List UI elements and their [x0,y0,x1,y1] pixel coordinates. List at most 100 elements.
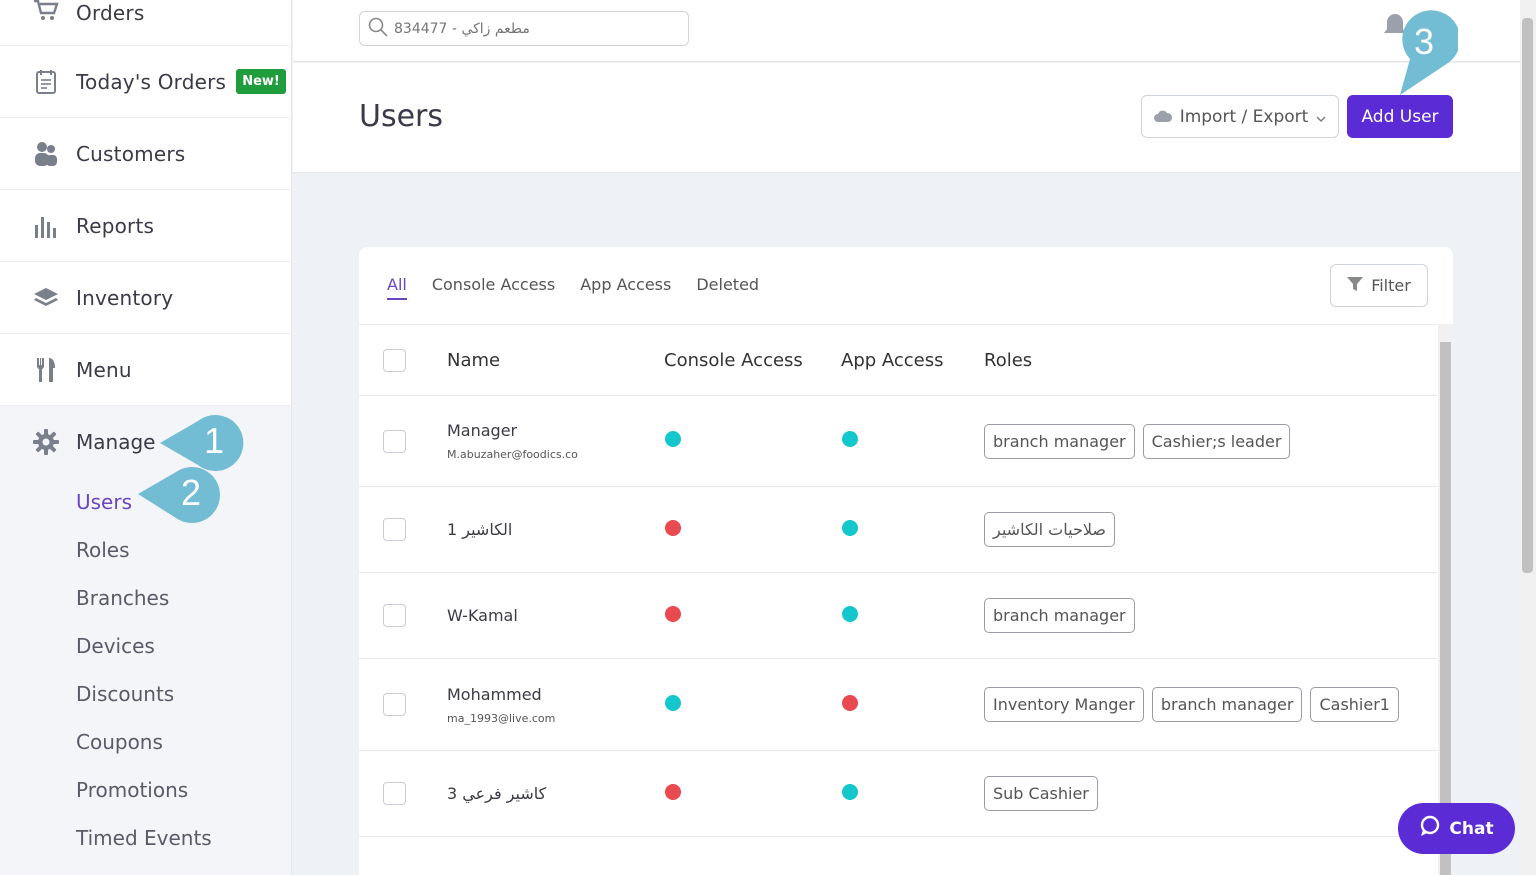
callout-marker-3: 3 [1392,9,1461,101]
role-tag: صلاحيات الكاشير [984,512,1115,547]
search-input[interactable] [394,20,674,37]
cloud-icon [1153,107,1172,127]
sidebar-subitem-coupons[interactable]: Coupons [0,718,291,766]
user-name: الكاشير 1 [447,520,513,539]
role-tag: Cashier1 [1310,687,1399,722]
table-scrollbar-thumb[interactable] [1440,342,1451,875]
sidebar-item-label: Customers [76,141,186,166]
app-access-indicator [842,431,858,447]
search-icon [368,17,388,41]
users-table: Name Console Access App Access Roles Man… [359,324,1437,837]
page-header: Users Import / Export Add User [293,63,1520,173]
search-box[interactable] [359,11,689,46]
chat-button[interactable]: Chat [1398,803,1515,854]
table-row[interactable]: كاشير فرعي 3 Sub Cashier [359,751,1437,837]
user-name: W-Kamal [447,606,518,625]
tab-console-access[interactable]: Console Access [432,275,555,300]
console-access-indicator [665,694,681,711]
cart-icon [32,0,60,25]
sidebar-subitem-branches[interactable]: Branches [0,574,291,622]
user-name: Manager [447,421,518,440]
sidebar-item-todays-orders[interactable]: Today's Orders New! [0,46,291,118]
row-checkbox[interactable] [383,518,406,541]
column-header-console-access[interactable]: Console Access [664,350,841,371]
sidebar-item-orders[interactable]: Orders [0,0,291,46]
layers-icon [32,284,60,312]
import-export-label: Import / Export [1179,106,1309,127]
sidebar-item-label: Inventory [76,285,174,310]
row-checkbox[interactable] [383,693,406,716]
tab-bar: All Console Access App Access Deleted [387,275,759,300]
row-checkbox[interactable] [383,782,406,805]
chevron-down-icon [1316,107,1326,127]
bar-chart-icon [32,212,60,240]
console-access-indicator [665,519,681,536]
role-tag: branch manager [1151,687,1303,722]
user-name: كاشير فرعي 3 [447,784,547,803]
table-row[interactable]: الكاشير 1 صلاحيات الكاشير [359,487,1437,573]
import-export-button[interactable]: Import / Export [1141,95,1339,138]
table-row[interactable]: Mohammed ma_1993@live.com Inventory Mange… [359,659,1437,751]
role-tag: Inventory Manger [984,687,1144,722]
role-tag: branch manager [984,423,1135,459]
new-badge: New! [236,69,286,94]
sidebar-subitem-timed-events[interactable]: Timed Events [0,814,291,862]
column-header-roles[interactable]: Roles [984,350,1437,371]
console-access-indicator [665,605,681,622]
callout-number: 2 [181,472,202,513]
sidebar-item-label: Menu [76,357,132,382]
console-access-indicator [665,431,681,447]
app-access-indicator [842,519,858,536]
sidebar-item-inventory[interactable]: Inventory [0,262,291,334]
filter-label: Filter [1371,276,1411,295]
sidebar-subitem-promotions[interactable]: Promotions [0,766,291,814]
filter-icon [1347,276,1364,296]
role-tag: branch manager [984,598,1135,633]
chat-label: Chat [1449,818,1494,839]
sidebar-item-customers[interactable]: Customers [0,118,291,190]
page-title: Users [359,99,444,134]
user-email: ma_1993@live.com [447,711,556,725]
filter-button[interactable]: Filter [1330,264,1428,307]
callout-number: 3 [1414,21,1435,62]
callout-number: 1 [204,420,225,461]
row-checkbox[interactable] [383,604,406,627]
sidebar-subitem-more[interactable]: M... [0,862,291,875]
sidebar-item-label: Manage [76,430,156,454]
top-bar [293,0,1520,62]
tab-deleted[interactable]: Deleted [696,275,759,300]
role-tag: Sub Cashier [984,776,1098,811]
tab-all[interactable]: All [387,275,407,300]
select-all-checkbox[interactable] [383,348,406,372]
utensils-icon [32,356,60,384]
customers-icon [32,140,60,168]
sidebar-subitem-discounts[interactable]: Discounts [0,670,291,718]
callout-marker-2: 2 [136,466,232,530]
add-user-button[interactable]: Add User [1347,95,1453,138]
table-row[interactable]: W-Kamal branch manager [359,573,1437,659]
sidebar-subitem-roles[interactable]: Roles [0,526,291,574]
table-row[interactable]: Manager M.abuzaher@foodics.co branch mana… [359,396,1437,487]
tab-app-access[interactable]: App Access [580,275,671,300]
console-access-indicator [665,783,681,800]
page-scrollbar-thumb[interactable] [1522,18,1533,573]
table-header: Name Console Access App Access Roles [359,325,1437,396]
chat-bubble-icon [1419,815,1441,842]
user-name: Mohammed [447,684,542,704]
sidebar-item-menu[interactable]: Menu [0,334,291,406]
row-checkbox[interactable] [383,429,406,453]
app-access-indicator [842,605,858,622]
sidebar-item-reports[interactable]: Reports [0,190,291,262]
calendar-icon [32,68,60,96]
role-tag: Cashier;s leader [1142,423,1291,459]
user-email: M.abuzaher@foodics.co [447,448,578,461]
column-header-app-access[interactable]: App Access [841,350,984,371]
app-access-indicator [842,783,858,800]
sidebar-subitem-devices[interactable]: Devices [0,622,291,670]
sidebar-item-label: Today's Orders [76,69,227,94]
sidebar-item-label: Reports [76,213,155,238]
app-access-indicator [842,694,858,711]
sidebar-item-label: Orders [76,1,145,25]
users-card: All Console Access App Access Deleted Fi… [359,247,1453,875]
column-header-name[interactable]: Name [447,350,664,371]
